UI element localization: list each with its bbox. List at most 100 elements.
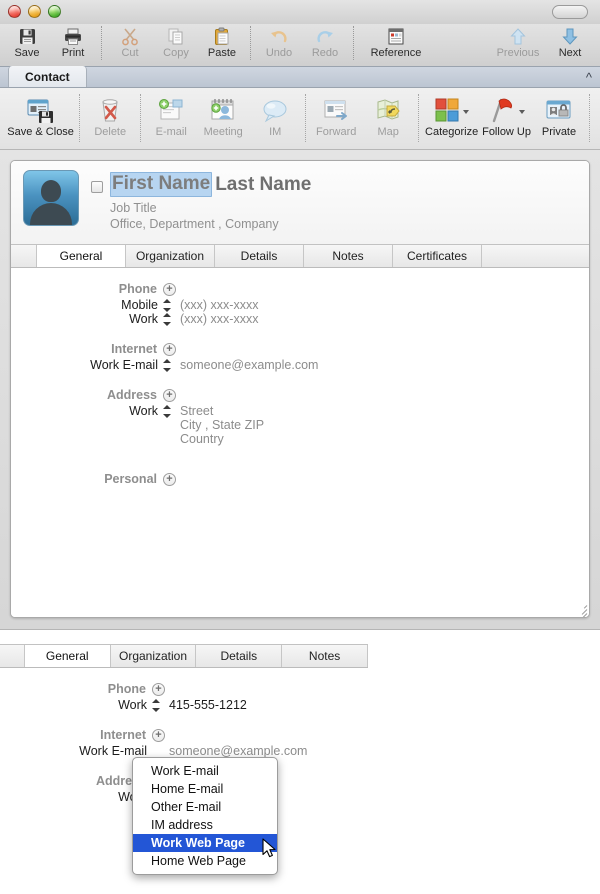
- panel2-tab-details[interactable]: Details: [196, 645, 283, 667]
- contact-card-header: First Name Last Name Job Title Office, D…: [11, 161, 589, 244]
- ribbon-private-label: Private: [541, 126, 577, 138]
- field-type-stepper-mobile[interactable]: [163, 298, 172, 312]
- menu-item-home-email[interactable]: Home E-mail: [133, 780, 277, 798]
- secondary-panel-form: Phone + Work 415-555-1212 Internet + Wor…: [0, 668, 600, 804]
- toolbar-redo-label: Redo: [311, 47, 339, 59]
- first-name-field[interactable]: First Name: [110, 172, 213, 197]
- organization-line-field[interactable]: Office, Department , Company: [110, 217, 311, 231]
- menu-item-im-address[interactable]: IM address: [133, 816, 277, 834]
- arrow-pointer-cursor: [262, 838, 278, 865]
- chevron-down-icon[interactable]: [519, 110, 526, 114]
- tab-strip-spacer: [11, 245, 37, 267]
- field-label-work-phone: Work: [129, 312, 158, 326]
- ribbon-map-button[interactable]: Map: [362, 92, 414, 146]
- menu-item-work-web-page[interactable]: Work Web Page: [133, 834, 277, 852]
- field-type-stepper-work-address[interactable]: [163, 404, 172, 418]
- person-placeholder-avatar[interactable]: [23, 170, 79, 226]
- section-header-address: Address +: [11, 388, 589, 402]
- field-value-mobile-phone[interactable]: (xxx) xxx-xxxx: [180, 298, 258, 312]
- tab-certificates[interactable]: Certificates: [393, 245, 482, 267]
- menu-item-home-web-page[interactable]: Home Web Page: [133, 852, 277, 870]
- toolbar-cut-button[interactable]: Cut: [107, 24, 153, 64]
- ribbon-meeting-label: Meeting: [203, 126, 243, 138]
- zoom-button[interactable]: [48, 5, 61, 18]
- ribbon-tab-contact[interactable]: Contact: [8, 66, 87, 87]
- panel2-field-row-work-email: Work E-mail someone@example.com: [0, 744, 600, 758]
- tab-organization[interactable]: Organization: [126, 245, 215, 267]
- avatar-body: [30, 203, 72, 225]
- ribbon-email-button[interactable]: E-mail: [145, 92, 197, 146]
- resize-grip[interactable]: [575, 603, 588, 617]
- ribbon-categorize-button[interactable]: Categorize: [423, 92, 480, 146]
- menu-item-other-email[interactable]: Other E-mail: [133, 798, 277, 816]
- ribbon-forward-button[interactable]: Forward: [310, 92, 362, 146]
- plus-circle-icon[interactable]: +: [163, 388, 176, 402]
- toolbar-undo-button[interactable]: Undo: [256, 24, 302, 64]
- toolbar-previous-button[interactable]: Previous: [492, 24, 544, 64]
- chat-bubble-icon: [260, 94, 290, 126]
- toolbar-next-button[interactable]: Next: [544, 24, 596, 64]
- panel2-tab-general[interactable]: General: [24, 645, 111, 667]
- contact-card: First Name Last Name Job Title Office, D…: [10, 160, 590, 618]
- chevron-down-icon[interactable]: [463, 110, 470, 114]
- toolbar-next-label: Next: [558, 47, 582, 59]
- ribbon-divider: [305, 94, 307, 142]
- field-type-stepper-work-phone[interactable]: [163, 312, 172, 326]
- toolbar-save-button[interactable]: Save: [4, 24, 50, 64]
- last-name-field[interactable]: Last Name: [212, 174, 311, 196]
- toolbar-print-button[interactable]: Print: [50, 24, 96, 64]
- ribbon-tab-bar: Contact ^: [0, 66, 600, 88]
- ribbon-im-button[interactable]: IM: [249, 92, 301, 146]
- toolbar-paste-label: Paste: [207, 47, 237, 59]
- panel2-field-type-stepper-work-phone[interactable]: [152, 698, 161, 712]
- panel2-section-label-address: Address: [95, 774, 146, 788]
- panel2-field-value-work-phone[interactable]: 415-555-1212: [169, 698, 247, 712]
- toolbar-redo-button[interactable]: Redo: [302, 24, 348, 64]
- plus-circle-icon[interactable]: +: [152, 728, 165, 742]
- menu-item-work-email[interactable]: Work E-mail: [133, 762, 277, 780]
- toolbar-toggle-button[interactable]: [552, 5, 588, 19]
- plus-circle-icon[interactable]: +: [163, 282, 176, 296]
- toolbar-reference-button[interactable]: Reference: [359, 24, 433, 64]
- field-value-city-state-zip[interactable]: City , State ZIP: [180, 418, 264, 432]
- field-value-country[interactable]: Country: [180, 432, 224, 446]
- toolbar-paste-button[interactable]: Paste: [199, 24, 245, 64]
- job-title-field[interactable]: Job Title: [110, 201, 311, 215]
- ribbon-private-button[interactable]: Private: [533, 92, 585, 146]
- tab-notes[interactable]: Notes: [304, 245, 393, 267]
- printer-icon: [63, 26, 83, 46]
- name-checkbox[interactable]: [91, 180, 103, 193]
- tab-general[interactable]: General: [37, 245, 126, 267]
- avatar-head: [41, 180, 61, 202]
- plus-circle-icon[interactable]: +: [163, 342, 176, 356]
- field-value-street[interactable]: Street: [180, 404, 213, 418]
- panel2-field-value-work-email[interactable]: someone@example.com: [169, 744, 307, 758]
- plus-circle-icon[interactable]: +: [163, 472, 176, 486]
- field-value-work-email[interactable]: someone@example.com: [180, 358, 318, 372]
- toolbar-save-label: Save: [14, 47, 40, 59]
- field-type-stepper-work-email[interactable]: [163, 358, 172, 372]
- ribbon-im-label: IM: [269, 126, 282, 138]
- ribbon-follow-up-button[interactable]: Follow Up: [480, 92, 533, 146]
- ribbon-meeting-button[interactable]: Meeting: [197, 92, 249, 146]
- internet-field-type-menu[interactable]: Work E-mail Home E-mail Other E-mail IM …: [132, 757, 278, 875]
- panel2-field-label-work-address: Work: [0, 790, 152, 804]
- scissors-icon: [121, 26, 139, 46]
- ribbon-delete-button[interactable]: Delete: [84, 92, 136, 146]
- section-label-address: Address: [106, 388, 157, 402]
- new-email-icon: [156, 94, 186, 126]
- plus-circle-icon[interactable]: +: [152, 682, 165, 696]
- panel2-tab-notes[interactable]: Notes: [282, 645, 368, 667]
- minimize-button[interactable]: [28, 5, 41, 18]
- ribbon-delete-label: Delete: [94, 126, 127, 138]
- ribbon-save-and-close-button[interactable]: Save & Close: [6, 92, 75, 146]
- tab-details[interactable]: Details: [215, 245, 304, 267]
- chevron-up-icon[interactable]: ^: [586, 70, 592, 85]
- section-header-internet: Internet +: [11, 342, 589, 356]
- field-value-work-phone[interactable]: (xxx) xxx-xxxx: [180, 312, 258, 326]
- toolbar-copy-button[interactable]: Copy: [153, 24, 199, 64]
- close-button[interactable]: [8, 5, 21, 18]
- panel2-tab-organization[interactable]: Organization: [110, 645, 197, 667]
- floppy-disk-icon: [18, 26, 37, 46]
